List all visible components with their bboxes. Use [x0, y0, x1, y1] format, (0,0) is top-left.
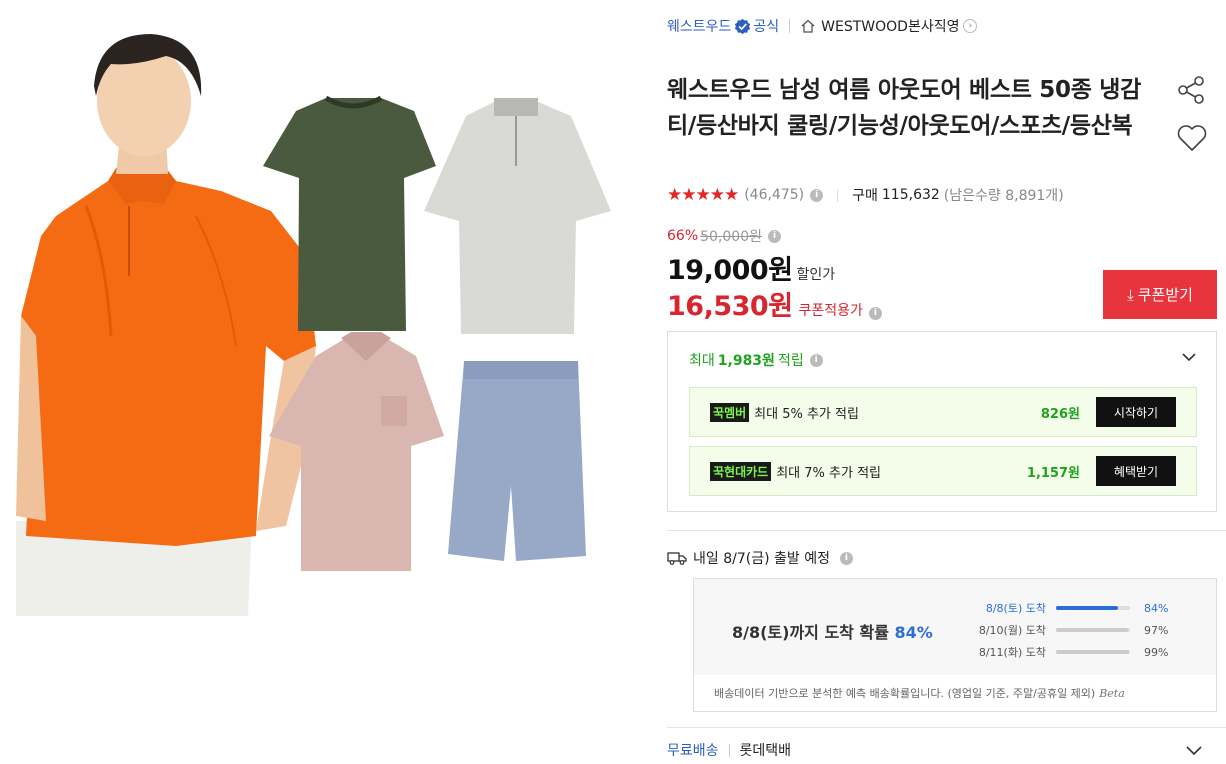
review-count-link[interactable]: (46,475) — [744, 187, 804, 203]
hyundai-card-badge: 꾹현대카드 — [710, 461, 772, 481]
sale-price-label: 할인가 — [796, 267, 836, 283]
info-icon[interactable]: i — [839, 551, 853, 565]
prob-item: 8/11(화) 도착 99% — [978, 645, 1169, 660]
points-suffix: 적립 — [777, 353, 804, 369]
coupon-price-row: 16,530원 쿠폰적용가 i — [667, 284, 882, 323]
discount-row: 66% 50,000원 i — [667, 226, 781, 246]
info-icon[interactable]: i — [768, 229, 781, 243]
product-title: 웨스트우드 남성 여름 아웃도어 베스트 50종 냉감티/등산바지 쿨링/기능성… — [667, 77, 1141, 139]
coupon-button-label: 쿠폰받기 — [1137, 286, 1193, 304]
probability-bar — [1056, 650, 1130, 654]
prob-item: 8/8(토) 도착 84% — [985, 601, 1169, 616]
rating-row: ★★★★★ (46,475) i 구매 115,632 (남은수량 8,891개… — [667, 184, 1064, 206]
divider — [789, 19, 791, 33]
info-icon[interactable]: i — [810, 188, 824, 202]
coupon-price-label: 쿠폰적용가 — [798, 303, 863, 319]
card-promo-card: 꾹현대카드 최대 7% 추가 적립 1,157원 혜택받기 — [689, 446, 1197, 496]
divider — [728, 743, 730, 757]
product-info-panel: 웨스트우드 공식 WESTWOOD본사직영 › 웨스트우드 남성 여름 아웃도어… — [667, 0, 1226, 764]
blue-shorts — [448, 361, 586, 561]
discount-rate: 66% — [667, 228, 699, 244]
home-icon — [801, 19, 815, 33]
seller-bar: 웨스트우드 공식 WESTWOOD본사직영 › — [667, 14, 978, 38]
get-coupon-button[interactable]: ⤓ 쿠폰받기 — [1103, 270, 1217, 319]
chevron-down-icon[interactable] — [1180, 348, 1198, 366]
promo-amount: 826원 — [1040, 406, 1080, 422]
probability-bar — [1056, 628, 1130, 632]
original-price: 50,000원 — [700, 229, 762, 245]
info-icon[interactable]: i — [809, 353, 823, 367]
purchase-count: 115,632 — [881, 187, 940, 203]
start-button[interactable]: 시작하기 — [1096, 397, 1176, 427]
points-panel: 최대 1,983원 적립 i 꾹멤버 최대 5% 추가 적립 826원 시작하기… — [667, 331, 1217, 512]
prob-item: 8/10(월) 도착 97% — [978, 623, 1169, 638]
divider — [667, 727, 1226, 728]
member-promo-card: 꾹멤버 최대 5% 추가 적립 826원 시작하기 — [689, 387, 1197, 437]
points-header[interactable]: 최대 1,983원 적립 i — [689, 350, 823, 370]
grey-zip-shirt — [424, 98, 611, 334]
promo-amount: 1,157원 — [1026, 465, 1080, 481]
probability-bar — [1056, 606, 1130, 610]
get-benefit-button[interactable]: 혜택받기 — [1096, 456, 1176, 486]
chevron-down-icon[interactable] — [1183, 739, 1205, 761]
carrier-name: 롯데택배 — [739, 743, 792, 759]
coupon-price: 16,530원 — [667, 291, 793, 322]
delivery-note: 배송데이터 기반으로 분석한 예측 배송확률입니다. (영업일 기준, 주말/공… — [714, 687, 1125, 700]
info-icon[interactable]: i — [868, 306, 882, 320]
truck-icon — [667, 552, 687, 565]
official-label: 공식 — [753, 19, 780, 35]
download-icon: ⤓ — [1127, 285, 1134, 304]
sale-price-row: 19,000원 할인가 — [667, 248, 835, 287]
model-figure — [16, 34, 316, 616]
arrival-probability: 8/8(토)까지 도착 확률 84% — [732, 623, 933, 642]
points-amount: 1,983원 — [717, 353, 775, 369]
share-icon[interactable] — [1175, 74, 1207, 106]
delivery-probability-box: 8/8(토)까지 도착 확률 84% 8/8(토) 도착 84% 8/10(월)… — [693, 578, 1217, 712]
promo-text: 최대 7% 추가 적립 — [776, 465, 881, 481]
free-shipping-label: 무료배송 — [667, 743, 719, 759]
chevron-right-icon[interactable]: › — [963, 19, 978, 33]
beta-label: Beta — [1099, 687, 1125, 700]
points-prefix: 최대 — [689, 353, 715, 369]
heart-icon[interactable] — [1175, 121, 1209, 155]
member-badge: 꾹멤버 — [710, 402, 750, 422]
promo-text: 최대 5% 추가 적립 — [754, 406, 859, 422]
store-link[interactable]: WESTWOOD본사직영 — [821, 16, 959, 36]
arrival-probability-list: 8/8(토) 도착 84% 8/10(월) 도착 97% 8/11(화) 도착 … — [976, 597, 1196, 663]
remaining-stock: (남은수량 8,891개) — [943, 188, 1064, 204]
sale-price: 19,000원 — [667, 255, 793, 286]
shipping-method-row[interactable]: 무료배송 롯데택배 — [667, 740, 791, 760]
star-rating: ★★★★★ — [667, 185, 739, 205]
purchase-label: 구매 — [852, 188, 878, 204]
product-image[interactable] — [16, 16, 634, 616]
brand-link[interactable]: 웨스트우드 — [667, 16, 731, 36]
departure-text: 내일 8/7(금) 출발 예정 — [693, 551, 830, 567]
divider — [837, 188, 839, 202]
shipping-departure: 내일 8/7(금) 출발 예정 i — [667, 548, 853, 568]
verified-badge-icon — [735, 18, 751, 34]
divider — [667, 530, 1226, 531]
delivery-probability-summary: 8/8(토)까지 도착 확률 84% 8/8(토) 도착 84% 8/10(월)… — [694, 579, 1216, 675]
